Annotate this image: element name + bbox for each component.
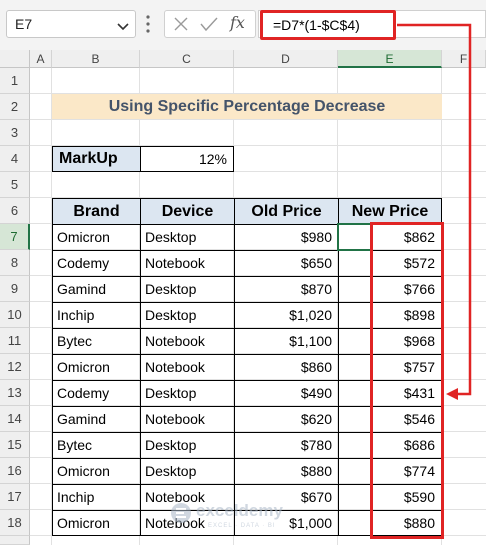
connector-arrow [397,23,472,400]
connector-line [397,23,472,396]
arrowhead-icon [446,388,458,400]
